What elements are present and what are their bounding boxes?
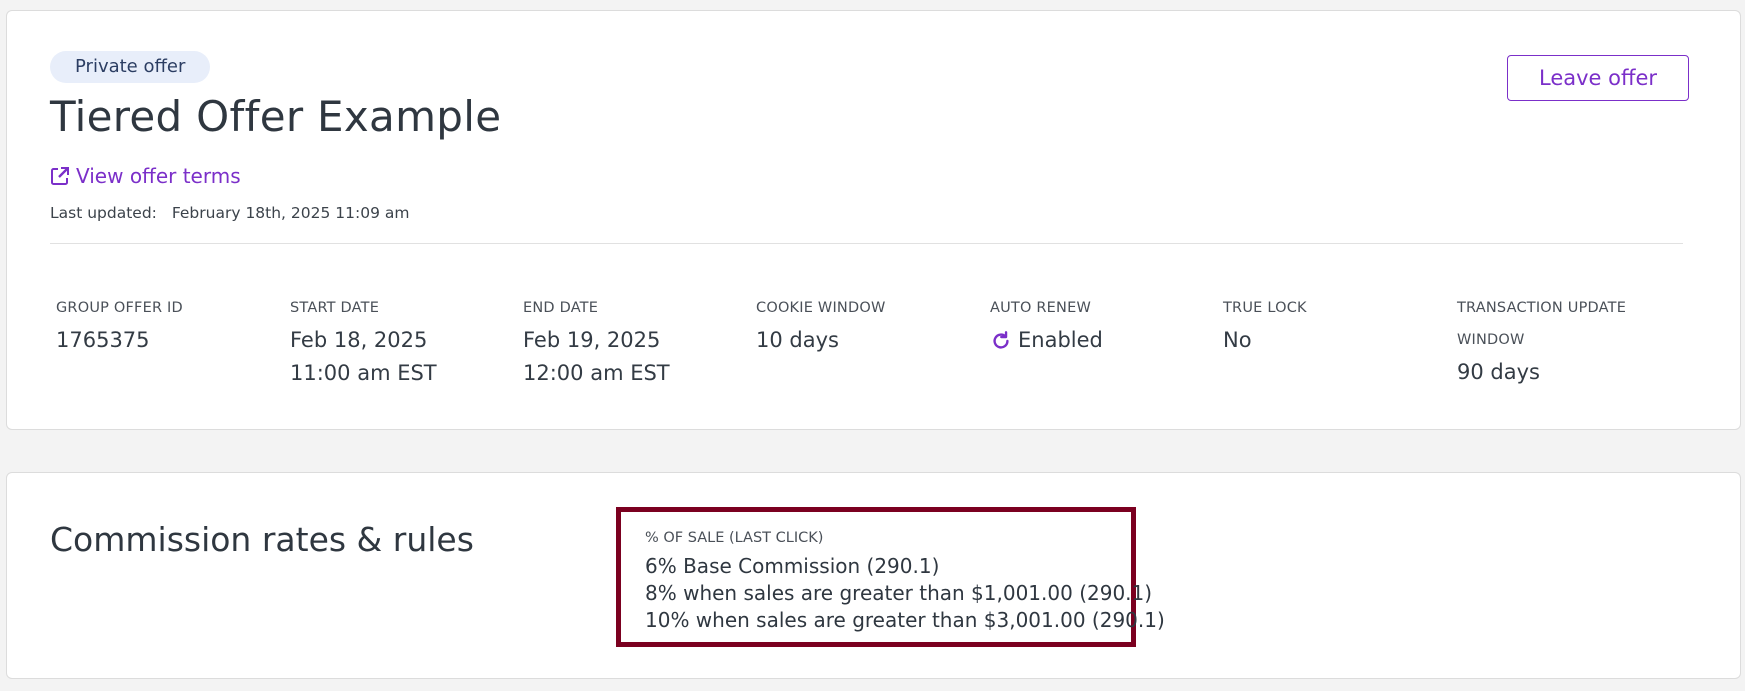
private-offer-badge: Private offer [50, 51, 211, 83]
rate-line-tier-1: 8% when sales are greater than $1,001.00… [645, 581, 1153, 605]
stat-label: GROUP OFFER ID [56, 300, 183, 316]
stat-label: START DATE [290, 300, 380, 316]
last-updated: Last updated: February 18th, 2025 11:09 … [50, 204, 409, 222]
stat-group-offer-id: GROUP OFFER ID 1765375 [56, 292, 276, 357]
stat-transaction-update-window: TRANSACTION UPDATE WINDOW 90 days [1457, 292, 1657, 389]
page-title: Tiered Offer Example [50, 92, 502, 141]
commission-section-title: Commission rates & rules [50, 520, 474, 559]
stat-end-date: END DATE Feb 19, 2025 12:00 am EST [523, 292, 743, 390]
stat-value: 10 days [756, 328, 839, 352]
stat-value: No [1223, 328, 1252, 352]
stat-value: Feb 18, 2025 11:00 am EST [290, 328, 437, 385]
last-updated-value: February 18th, 2025 11:09 am [171, 204, 410, 222]
auto-renew-status: Enabled [990, 324, 1210, 357]
stat-auto-renew: AUTO RENEW Enabled [990, 292, 1210, 357]
last-updated-label: Last updated: [50, 204, 157, 222]
rate-type-label: % OF SALE (LAST CLICK) [645, 530, 824, 546]
auto-renew-value: Enabled [1018, 328, 1103, 352]
stat-value: 1765375 [56, 328, 150, 352]
refresh-icon [993, 330, 1009, 349]
stat-label: END DATE [523, 300, 599, 316]
commission-rates-box: % OF SALE (LAST CLICK) 6% Base Commissio… [616, 507, 1165, 647]
view-offer-terms-label: View offer terms [76, 164, 241, 188]
stat-label: TRANSACTION UPDATE WINDOW [1457, 300, 1627, 348]
view-offer-terms-link[interactable]: View offer terms [50, 164, 241, 188]
stat-cookie-window: COOKIE WINDOW 10 days [756, 292, 976, 357]
leave-offer-button[interactable]: Leave offer [1507, 55, 1689, 101]
stat-label: COOKIE WINDOW [756, 300, 886, 316]
rate-line-tier-2: 10% when sales are greater than $3,001.0… [645, 608, 1165, 632]
rate-line-base: 6% Base Commission (290.1) [645, 554, 940, 578]
stat-value: 90 days [1457, 360, 1540, 384]
divider [50, 243, 1683, 244]
stat-label: AUTO RENEW [990, 300, 1091, 316]
stat-true-lock: TRUE LOCK No [1223, 292, 1443, 357]
stat-start-date: START DATE Feb 18, 2025 11:00 am EST [290, 292, 510, 390]
external-link-icon [51, 167, 69, 185]
stat-value: Feb 19, 2025 12:00 am EST [523, 328, 670, 385]
stat-label: TRUE LOCK [1223, 300, 1307, 316]
